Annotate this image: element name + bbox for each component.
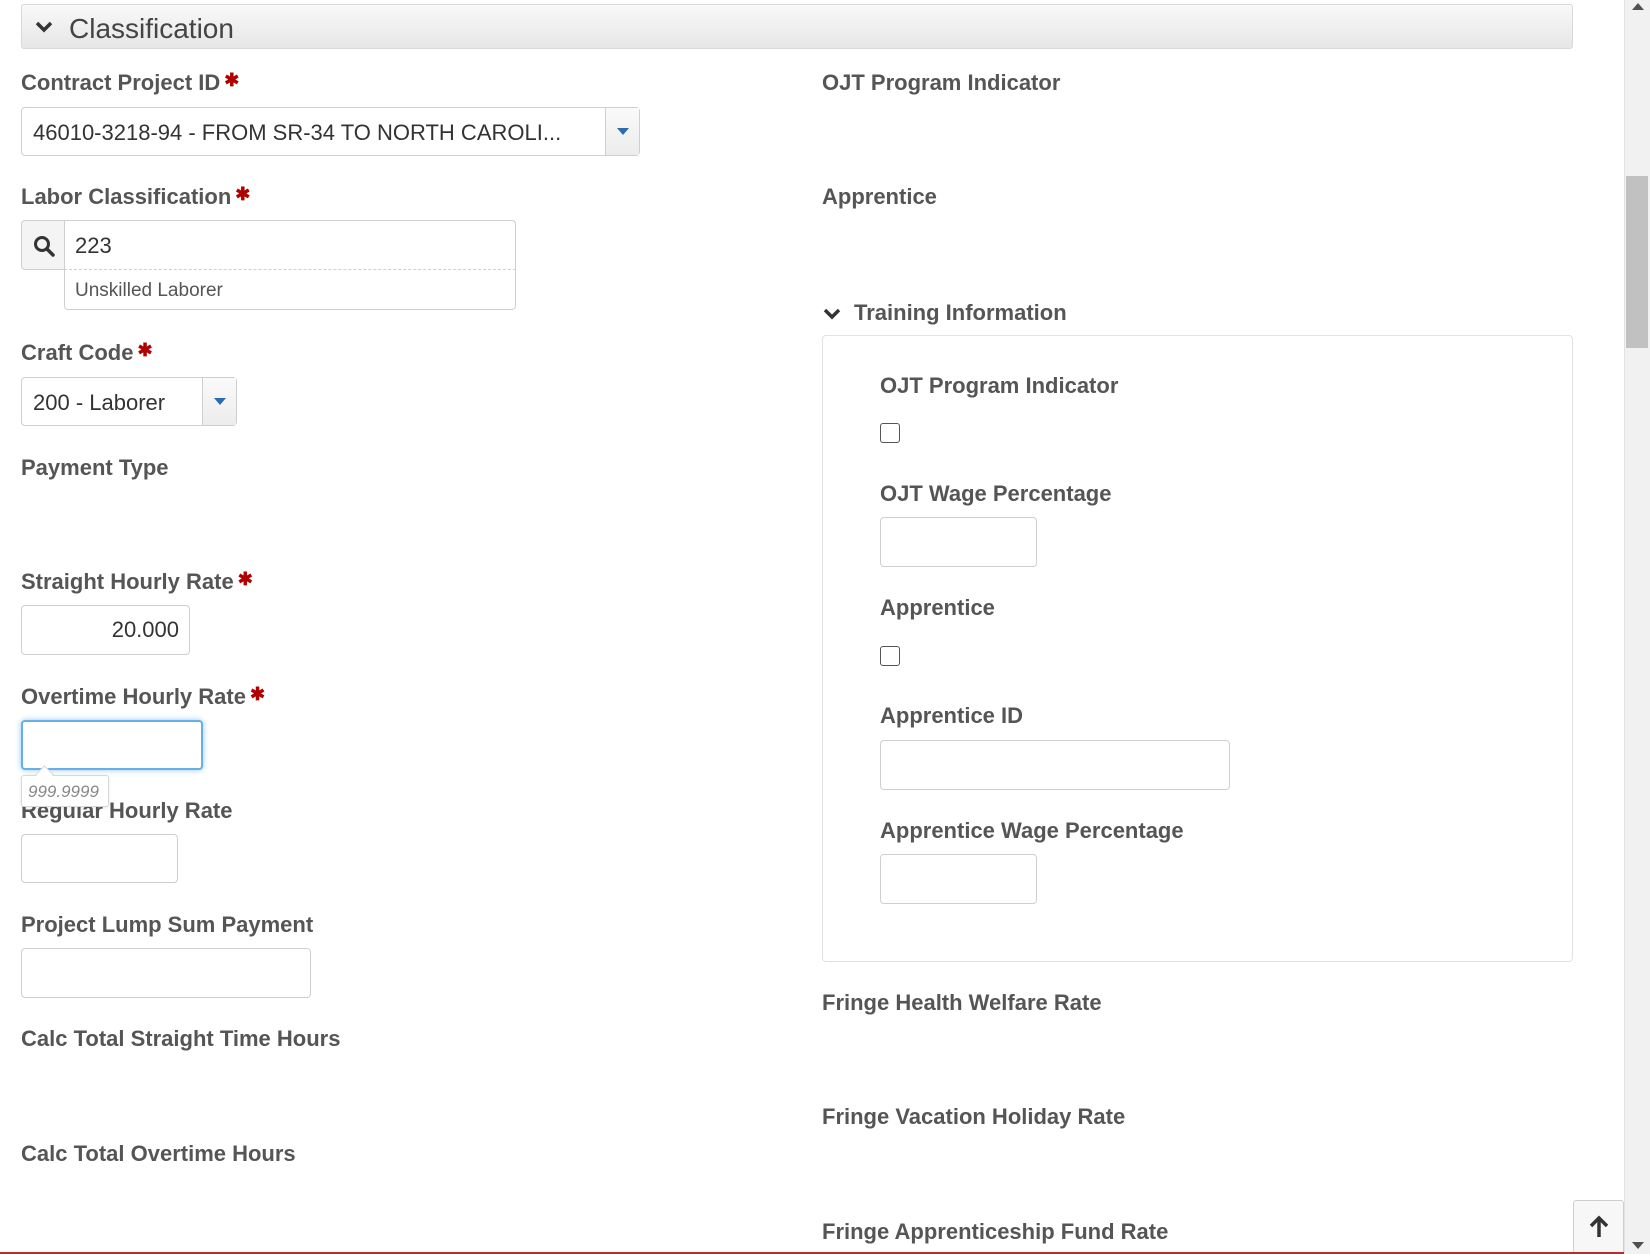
labor-classification-label: Labor Classification ✱ (21, 184, 251, 209)
craft-code-value: 200 - Laborer (33, 390, 166, 415)
labor-classification-value: 223 (75, 233, 112, 258)
ojt-indicator-label: OJT Program Indicator (822, 70, 1061, 95)
arrow-up-icon (1589, 1215, 1609, 1237)
lump-sum-input[interactable] (21, 948, 311, 998)
required-asterisk: ✱ (237, 569, 253, 589)
training-apprentice-label: Apprentice (880, 595, 995, 620)
overtime-rate-label: Overtime Hourly Rate ✱ (21, 684, 266, 709)
section-title: Classification (69, 13, 234, 44)
calc-straight-label: Calc Total Straight Time Hours (21, 1026, 341, 1051)
autocomplete-suggestion[interactable]: Unskilled Laborer (64, 269, 516, 310)
contract-project-value: 46010-3218-94 - FROM SR-34 TO NORTH CARO… (33, 120, 562, 145)
classification-section-header[interactable]: Classification (21, 4, 1573, 49)
training-info-panel: OJT Program Indicator OJT Wage Percentag… (822, 335, 1573, 962)
overtime-rate-input[interactable] (21, 720, 203, 770)
format-tooltip: 999.9999 (21, 765, 109, 807)
craft-code-dropdown-button[interactable] (202, 378, 236, 425)
chevron-down-icon (823, 308, 841, 320)
labor-classification-input[interactable]: 223 (64, 220, 516, 270)
caret-down-icon (617, 128, 629, 135)
required-asterisk: ✱ (137, 340, 153, 360)
fringe-apprenticeship-label: Fringe Apprenticeship Fund Rate (822, 1219, 1169, 1244)
search-button[interactable] (21, 220, 65, 270)
required-asterisk: ✱ (235, 184, 251, 204)
apprentice-label: Apprentice (822, 184, 937, 209)
fringe-health-label: Fringe Health Welfare Rate (822, 990, 1102, 1015)
tooltip-text: 999.9999 (28, 782, 99, 801)
lump-sum-label: Project Lump Sum Payment (21, 912, 314, 937)
scroll-up-arrow-icon[interactable] (1632, 3, 1644, 10)
back-to-top-button[interactable] (1573, 1200, 1624, 1254)
training-ojt-indicator-label: OJT Program Indicator (880, 373, 1119, 398)
apprentice-wage-input[interactable] (880, 854, 1037, 904)
required-asterisk: ✱ (249, 684, 266, 704)
ojt-wage-input[interactable] (880, 517, 1037, 567)
calc-overtime-label: Calc Total Overtime Hours (21, 1141, 296, 1166)
apprentice-id-input[interactable] (880, 740, 1230, 790)
search-icon (34, 236, 55, 257)
fringe-vacation-label: Fringe Vacation Holiday Rate (822, 1104, 1126, 1129)
straight-rate-input[interactable]: 20.000 (21, 605, 190, 655)
scroll-down-arrow-icon[interactable] (1632, 1242, 1644, 1249)
chevron-down-icon (35, 21, 53, 33)
suggestion-text: Unskilled Laborer (75, 280, 223, 301)
craft-code-label: Craft Code ✱ (21, 340, 153, 365)
contract-project-dropdown-button[interactable] (605, 108, 639, 155)
apprentice-checkbox[interactable] (880, 646, 900, 666)
required-asterisk: ✱ (224, 70, 240, 90)
scrollbar-thumb[interactable] (1626, 176, 1648, 348)
apprentice-id-label: Apprentice ID (880, 703, 1024, 728)
training-info-title: Training Information (854, 300, 1067, 325)
contract-project-label: Contract Project ID ✱ (21, 70, 240, 95)
apprentice-wage-label: Apprentice Wage Percentage (880, 818, 1184, 843)
ojt-indicator-checkbox[interactable] (880, 423, 900, 443)
caret-down-icon (214, 398, 226, 405)
ojt-wage-label: OJT Wage Percentage (880, 481, 1112, 506)
regular-rate-input[interactable] (21, 834, 178, 883)
payment-type-label: Payment Type (21, 455, 169, 480)
contract-project-select[interactable]: 46010-3218-94 - FROM SR-34 TO NORTH CARO… (21, 107, 640, 156)
straight-rate-label: Straight Hourly Rate ✱ (21, 569, 253, 594)
craft-code-select[interactable]: 200 - Laborer (21, 377, 237, 426)
